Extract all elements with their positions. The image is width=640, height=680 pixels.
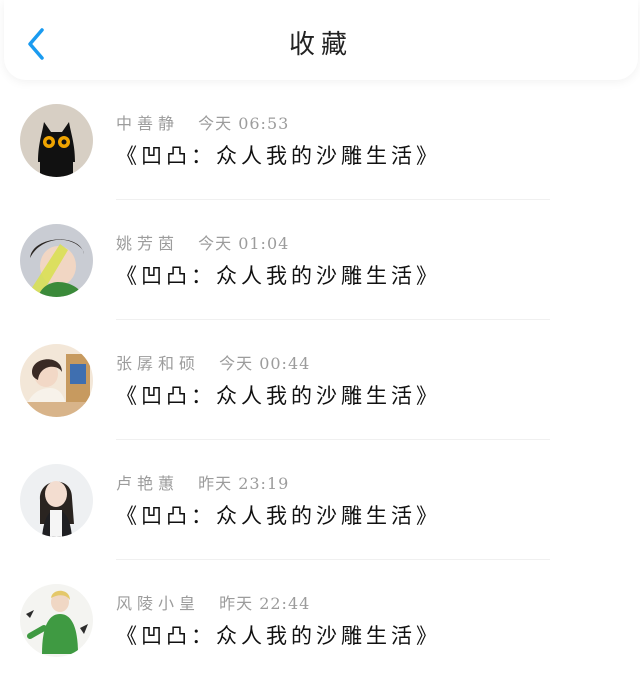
- item-content: 《凹凸：众人我的沙雕生活》: [116, 504, 441, 528]
- item-meta: 风陵小皇 昨天 22:44: [116, 590, 310, 614]
- page-title: 收藏: [288, 30, 353, 60]
- timestamp: 今天 00:44: [219, 354, 311, 373]
- top-nav-bar: 收藏: [4, 0, 638, 80]
- item-content: 《凹凸：众人我的沙雕生活》: [116, 624, 441, 648]
- user-name: 风陵小皇: [116, 594, 201, 613]
- avatar[interactable]: [20, 344, 93, 417]
- list-item[interactable]: 姚芳茵 今天 01:04 《凹凸：众人我的沙雕生活》: [0, 200, 640, 320]
- girl-portrait-avatar: [20, 464, 93, 537]
- avatar[interactable]: [20, 104, 93, 177]
- timestamp: 今天 01:04: [198, 234, 290, 253]
- item-content: 《凹凸：众人我的沙雕生活》: [116, 384, 441, 408]
- list-item[interactable]: 张孱和硕 今天 00:44 《凹凸：众人我的沙雕生活》: [0, 320, 640, 440]
- list-item[interactable]: 卢艳蕙 昨天 23:19 《凹凸：众人我的沙雕生活》: [0, 440, 640, 560]
- black-cat-avatar: [20, 104, 93, 177]
- item-content: 《凹凸：众人我的沙雕生活》: [116, 264, 441, 288]
- item-meta: 卢艳蕙 昨天 23:19: [116, 470, 289, 494]
- user-name: 姚芳茵: [116, 234, 180, 253]
- user-name: 张孱和硕: [116, 354, 201, 373]
- avatar[interactable]: [20, 224, 93, 297]
- timestamp: 昨天 22:44: [219, 594, 311, 613]
- favorites-list: 中善静 今天 06:53 《凹凸：众人我的沙雕生活》 姚芳茵 今天 01:04 …: [0, 80, 640, 680]
- avatar[interactable]: [20, 584, 93, 657]
- item-meta: 姚芳茵 今天 01:04: [116, 230, 289, 254]
- user-name: 卢艳蕙: [116, 474, 180, 493]
- green-figure-avatar: [20, 584, 93, 657]
- item-meta: 中善静 今天 06:53: [116, 110, 289, 134]
- avatar[interactable]: [20, 464, 93, 537]
- item-meta: 张孱和硕 今天 00:44: [116, 350, 310, 374]
- user-name: 中善静: [116, 114, 180, 133]
- girl-desk-avatar: [20, 344, 93, 417]
- list-item[interactable]: 风陵小皇 昨天 22:44 《凹凸：众人我的沙雕生活》: [0, 560, 640, 680]
- list-item[interactable]: 中善静 今天 06:53 《凹凸：众人我的沙雕生活》: [0, 80, 640, 200]
- timestamp: 今天 06:53: [198, 114, 290, 133]
- item-content: 《凹凸：众人我的沙雕生活》: [116, 144, 441, 168]
- boy-photo-avatar: [20, 224, 93, 297]
- timestamp: 昨天 23:19: [198, 474, 290, 493]
